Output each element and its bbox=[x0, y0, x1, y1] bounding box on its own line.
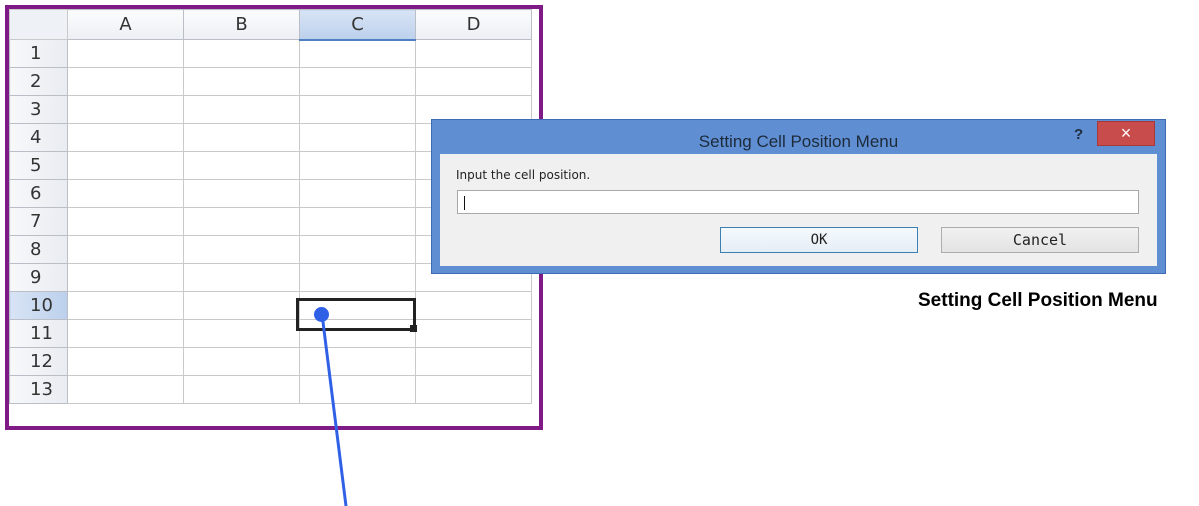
caption: Setting Cell Position Menu bbox=[918, 290, 1158, 311]
close-icon: × bbox=[1120, 123, 1132, 143]
dialog-body: Input the cell position. OK Cancel bbox=[440, 154, 1157, 266]
cancel-button[interactable]: Cancel bbox=[941, 227, 1139, 253]
text-caret bbox=[464, 196, 465, 210]
pointer-dot bbox=[314, 307, 329, 322]
help-button[interactable]: ? bbox=[1074, 126, 1090, 146]
prompt-label: Input the cell position. bbox=[456, 168, 591, 182]
cell-position-input[interactable] bbox=[457, 190, 1139, 214]
dialog-titlebar[interactable]: Setting Cell Position Menu ? × bbox=[432, 120, 1165, 154]
close-button[interactable]: × bbox=[1097, 121, 1155, 146]
dialog-title: Setting Cell Position Menu bbox=[698, 132, 899, 151]
ok-button[interactable]: OK bbox=[720, 227, 918, 253]
setting-cell-position-dialog: Setting Cell Position Menu ? × Input the… bbox=[431, 119, 1166, 274]
